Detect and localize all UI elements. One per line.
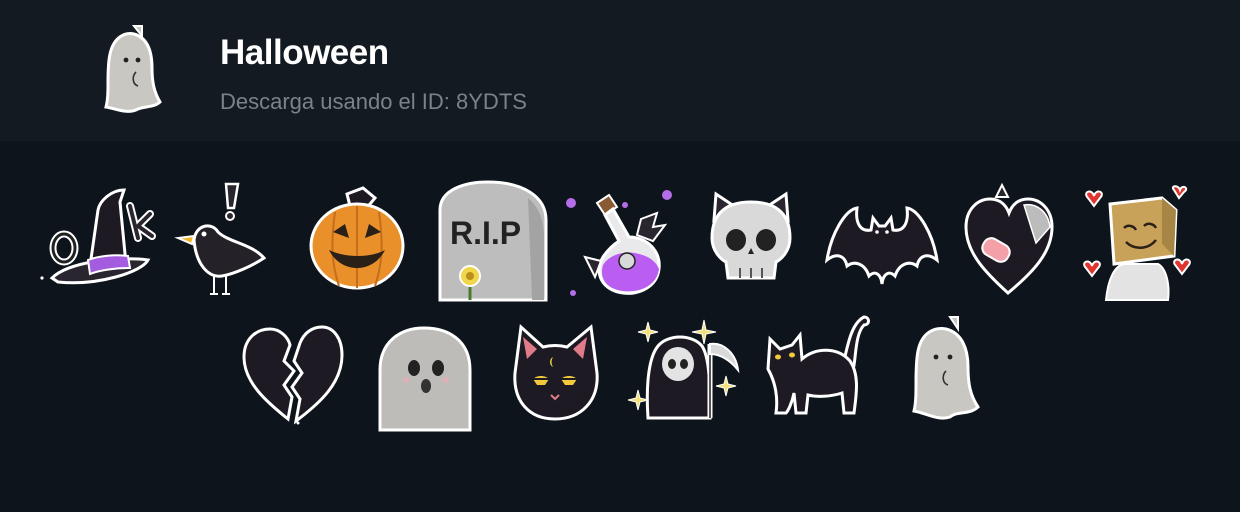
- sticker-potion-bottle[interactable]: [561, 185, 676, 300]
- sticker-crow-exclamation[interactable]: [172, 182, 267, 300]
- sticker-broken-heart[interactable]: [240, 323, 344, 425]
- sticker-black-cat-face[interactable]: [509, 323, 601, 421]
- sticker-grim-reaper[interactable]: [627, 318, 740, 422]
- sticker-rip-tombstone[interactable]: R.I.P: [436, 180, 548, 302]
- pack-title: Halloween: [220, 33, 389, 72]
- sticker-bat[interactable]: [824, 204, 940, 288]
- sticker-bandaged-heart[interactable]: [962, 182, 1056, 295]
- sticker-jack-o-lantern[interactable]: [305, 182, 410, 300]
- pack-download-id: Descarga usando el ID: 8YDTS: [220, 89, 527, 114]
- sticker-witch-hat-ok[interactable]: [38, 182, 156, 300]
- sticker-little-ghost[interactable]: [910, 315, 982, 421]
- sticker-black-cat-arched[interactable]: [764, 313, 872, 417]
- pack-header: Halloween Descarga usando el ID: 8YDTS: [0, 0, 1240, 141]
- sticker-surprised-ghost[interactable]: [378, 326, 474, 432]
- pack-ghost-icon: [96, 22, 168, 116]
- sticker-skull-cat-ears[interactable]: [706, 190, 796, 280]
- tombstone-rip-text: R.I.P: [450, 215, 521, 251]
- sticker-box-head-love[interactable]: [1078, 184, 1200, 301]
